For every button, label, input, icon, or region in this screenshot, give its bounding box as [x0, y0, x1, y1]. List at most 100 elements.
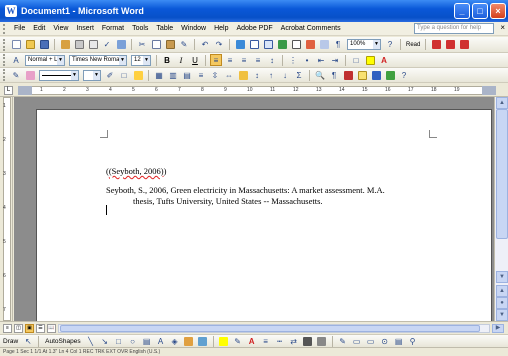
menu-window[interactable]: Window: [177, 25, 210, 32]
text-direction-icon[interactable]: ↕: [251, 69, 263, 81]
italic-button[interactable]: I: [175, 54, 187, 66]
textbox-tool-icon[interactable]: ▤: [141, 335, 153, 347]
highlight-icon[interactable]: [364, 54, 376, 66]
styles-pane-icon[interactable]: A: [10, 54, 22, 66]
word-app-icon[interactable]: W: [5, 5, 17, 17]
print-icon[interactable]: [73, 39, 85, 51]
clip-art-icon[interactable]: [183, 335, 195, 347]
select-objects-icon[interactable]: ↖: [22, 335, 34, 347]
insert-table-icon[interactable]: [262, 39, 274, 51]
tab-selector[interactable]: L: [4, 86, 13, 95]
ink-icon[interactable]: [342, 69, 354, 81]
borders-icon[interactable]: □: [350, 54, 362, 66]
new-document-icon[interactable]: [10, 39, 22, 51]
permission-icon[interactable]: [59, 39, 71, 51]
undo-icon[interactable]: ↶: [199, 39, 211, 51]
line-weight-select[interactable]: ▼: [83, 69, 101, 81]
previous-page-icon[interactable]: ▲: [496, 285, 508, 297]
pdf-comment-icon[interactable]: ✎: [337, 335, 349, 347]
pdf-markup-icon[interactable]: ▤: [393, 335, 405, 347]
menu-insert[interactable]: Insert: [72, 25, 98, 32]
table-autoformat-icon[interactable]: [237, 69, 249, 81]
line-spacing-icon[interactable]: ↕: [266, 54, 278, 66]
format-painter-icon[interactable]: ✎: [178, 39, 190, 51]
align-left-icon[interactable]: ≡: [210, 54, 222, 66]
font-size-select[interactable]: 12 ▼: [131, 54, 151, 66]
pdf-note-icon[interactable]: ▭: [351, 335, 363, 347]
document-page[interactable]: ((Seyboth, 2006)) Seyboth, S., 2006, Gre…: [36, 109, 492, 321]
underline-button[interactable]: U: [189, 54, 201, 66]
document-area[interactable]: ((Seyboth, 2006)) Seyboth, S., 2006, Gre…: [14, 97, 494, 321]
show-hide-icon[interactable]: ¶: [332, 39, 344, 51]
cut-icon[interactable]: ✂: [136, 39, 148, 51]
diagram-icon[interactable]: ◈: [169, 335, 181, 347]
menu-help[interactable]: Help: [210, 25, 232, 32]
horizontal-scroll-thumb[interactable]: [60, 325, 480, 332]
merge-cells-icon[interactable]: ▥: [167, 69, 179, 81]
research-icon[interactable]: [115, 39, 127, 51]
help-icon[interactable]: ?: [384, 39, 396, 51]
vertical-scroll-thumb[interactable]: [496, 109, 508, 239]
columns-icon[interactable]: [290, 39, 302, 51]
pdf-email-icon[interactable]: [444, 39, 456, 51]
scroll-up-icon[interactable]: ▲: [496, 97, 508, 109]
read-button[interactable]: Read: [404, 42, 422, 48]
menu-acrobat-comments[interactable]: Acrobat Comments: [277, 25, 345, 32]
zoom-select[interactable]: 100% ▼: [347, 39, 381, 50]
outline-view-icon[interactable]: ☰: [36, 324, 45, 333]
draw-table-icon[interactable]: ✎: [10, 69, 22, 81]
normal-view-icon[interactable]: ≡: [3, 324, 12, 333]
menu-edit[interactable]: Edit: [29, 25, 49, 32]
oval-tool-icon[interactable]: ○: [127, 335, 139, 347]
arrow-tool-icon[interactable]: ↘: [99, 335, 111, 347]
shading-color-icon[interactable]: [132, 69, 144, 81]
pdf-attach-icon[interactable]: ⚲: [407, 335, 419, 347]
toolbar-grip[interactable]: [3, 38, 6, 51]
draw-menu-button[interactable]: Draw: [0, 338, 21, 345]
scroll-right-icon[interactable]: ▶: [492, 324, 504, 333]
style-select[interactable]: Normal + Left: ▼: [25, 54, 65, 66]
line-style-select[interactable]: ▼: [39, 69, 79, 81]
menu-tools[interactable]: Tools: [128, 25, 152, 32]
track-changes-icon[interactable]: [370, 69, 382, 81]
drawing-icon[interactable]: [304, 39, 316, 51]
find-icon[interactable]: 🔍: [314, 69, 326, 81]
menu-table[interactable]: Table: [152, 25, 177, 32]
web-layout-view-icon[interactable]: ◫: [14, 324, 23, 333]
vertical-scrollbar[interactable]: ▲ ▼ ▲ ● ▼: [494, 97, 508, 321]
rectangle-tool-icon[interactable]: □: [113, 335, 125, 347]
distribute-rows-icon[interactable]: ⇳: [209, 69, 221, 81]
shadow-style-icon[interactable]: [302, 335, 314, 347]
picture-icon[interactable]: [197, 335, 209, 347]
reference-line-1[interactable]: Seyboth, S., 2006, Green electricity in …: [106, 185, 385, 195]
increase-indent-icon[interactable]: ⇥: [329, 54, 341, 66]
border-color-icon[interactable]: ✐: [104, 69, 116, 81]
arrow-style-icon[interactable]: ⇄: [288, 335, 300, 347]
pdf-review-icon[interactable]: [458, 39, 470, 51]
close-button[interactable]: ×: [490, 3, 506, 19]
toolbar-grip[interactable]: [3, 69, 6, 81]
line-color-icon[interactable]: ✎: [232, 335, 244, 347]
3d-style-icon[interactable]: [316, 335, 328, 347]
insert-excel-icon[interactable]: [276, 39, 288, 51]
reading-layout-view-icon[interactable]: 📖: [47, 324, 56, 333]
select-browse-object-icon[interactable]: ●: [496, 297, 508, 309]
line-style-icon[interactable]: ≡: [260, 335, 272, 347]
font-color-icon[interactable]: A: [378, 54, 390, 66]
menu-format[interactable]: Format: [98, 25, 128, 32]
reviewing-pane-icon[interactable]: [384, 69, 396, 81]
minimize-button[interactable]: _: [454, 3, 470, 19]
print-layout-view-icon[interactable]: ▣: [25, 324, 34, 333]
menu-adobe-pdf[interactable]: Adobe PDF: [232, 25, 276, 32]
reference-line-2[interactable]: thesis, Tufts University, United States …: [133, 196, 323, 206]
toolbar-help-icon[interactable]: ?: [398, 69, 410, 81]
distribute-columns-icon[interactable]: ⇔: [223, 69, 235, 81]
menu-view[interactable]: View: [49, 25, 72, 32]
maximize-button[interactable]: □: [472, 3, 488, 19]
ruler-track[interactable]: [18, 86, 496, 95]
insert-table-row-icon[interactable]: ▦: [153, 69, 165, 81]
outside-border-icon[interactable]: □: [118, 69, 130, 81]
menu-file[interactable]: File: [10, 25, 29, 32]
wordart-icon[interactable]: A: [155, 335, 167, 347]
toolbar-grip[interactable]: [3, 54, 6, 66]
